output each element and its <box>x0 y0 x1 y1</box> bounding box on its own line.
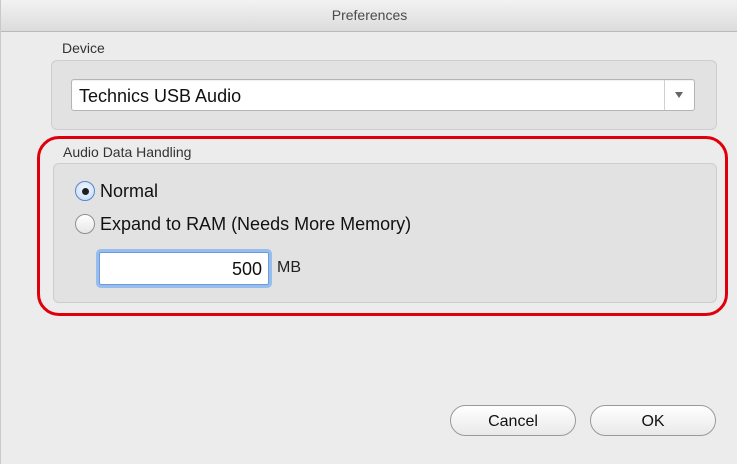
dropdown-arrow-icon[interactable] <box>664 80 694 110</box>
window-title: Preferences <box>331 7 408 23</box>
device-select-value: Technics USB Audio <box>79 86 242 106</box>
cancel-button[interactable]: Cancel <box>450 405 576 436</box>
ok-button[interactable]: OK <box>590 405 716 436</box>
device-select[interactable]: Technics USB Audio <box>71 79 695 111</box>
title-bar[interactable]: Preferences <box>1 0 737 32</box>
annotation-highlight-outline <box>37 136 728 316</box>
preferences-window: Preferences Device Technics USB Audio Au… <box>0 0 737 464</box>
device-group-label: Device <box>62 40 105 56</box>
